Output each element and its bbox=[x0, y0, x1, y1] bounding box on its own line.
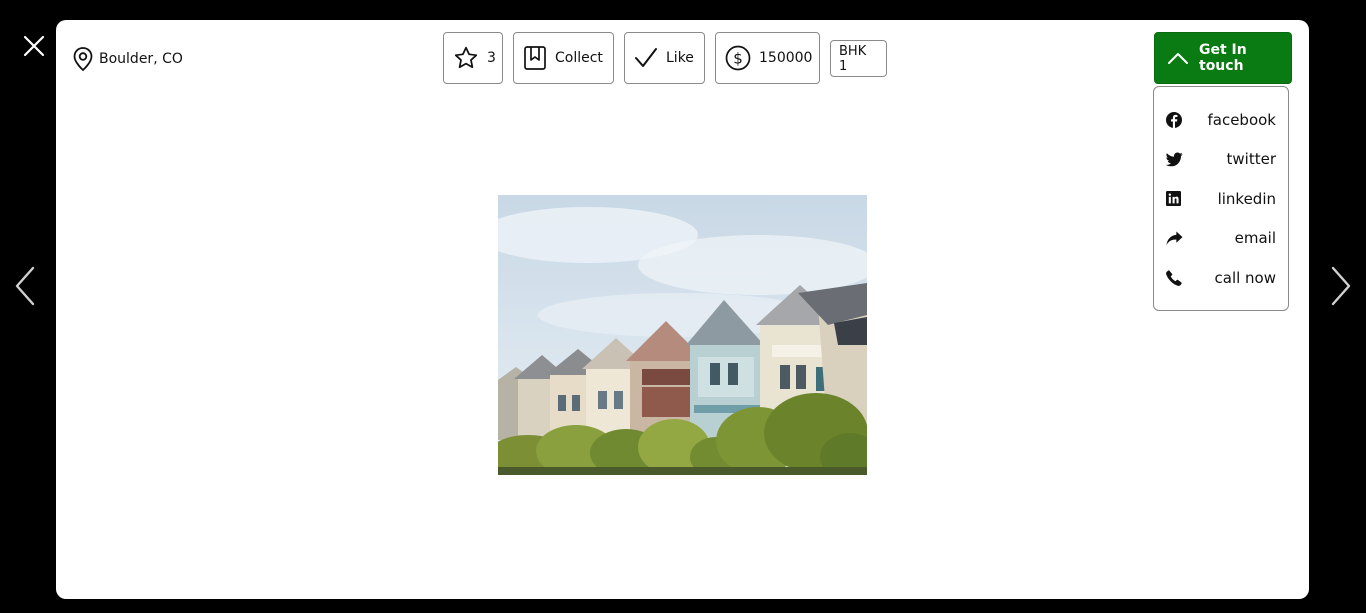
share-twitter-label: twitter bbox=[1226, 150, 1276, 169]
checkmark-icon bbox=[635, 48, 657, 67]
get-in-touch-label: Get In touch bbox=[1199, 42, 1247, 74]
share-twitter[interactable]: twitter bbox=[1154, 140, 1288, 180]
listing-modal: Boulder, CO 3 Collect Like $ 150000 BHK … bbox=[56, 20, 1309, 599]
chevron-left-icon bbox=[15, 266, 35, 306]
phone-icon bbox=[1166, 270, 1182, 286]
close-button[interactable] bbox=[22, 34, 46, 58]
map-pin-icon bbox=[73, 47, 93, 72]
bookmark-icon bbox=[524, 46, 546, 70]
bhk-badge[interactable]: BHK 1 bbox=[830, 40, 887, 77]
call-now-label: call now bbox=[1214, 268, 1277, 287]
linkedin-icon bbox=[1166, 191, 1181, 207]
chevron-right-icon bbox=[1331, 266, 1351, 306]
facebook-icon bbox=[1166, 111, 1182, 128]
like-label: Like bbox=[666, 50, 694, 66]
svg-text:$: $ bbox=[733, 50, 743, 68]
contact-menu: facebook twitter linkedin email call now bbox=[1153, 86, 1289, 311]
bhk-label: BHK 1 bbox=[839, 43, 867, 74]
collect-label: Collect bbox=[555, 50, 603, 66]
twitter-icon bbox=[1166, 152, 1183, 167]
location-text: Boulder, CO bbox=[99, 51, 183, 67]
next-button[interactable] bbox=[1328, 264, 1354, 308]
share-linkedin-label: linkedin bbox=[1217, 189, 1276, 208]
dollar-circle-icon: $ bbox=[725, 45, 751, 71]
price-value: 150000 bbox=[759, 50, 813, 66]
collect-button[interactable]: Collect bbox=[513, 32, 614, 84]
share-email[interactable]: email bbox=[1154, 219, 1288, 259]
house-photo-image bbox=[498, 195, 867, 475]
close-icon bbox=[23, 35, 45, 57]
share-linkedin[interactable]: linkedin bbox=[1154, 179, 1288, 219]
share-facebook[interactable]: facebook bbox=[1154, 100, 1288, 140]
location: Boulder, CO bbox=[71, 46, 183, 72]
previous-button[interactable] bbox=[12, 264, 38, 308]
share-facebook-label: facebook bbox=[1207, 110, 1276, 129]
rating-button[interactable]: 3 bbox=[443, 32, 503, 84]
call-now[interactable]: call now bbox=[1154, 258, 1288, 298]
share-email-label: email bbox=[1234, 229, 1276, 248]
rating-value: 3 bbox=[487, 50, 496, 66]
like-button[interactable]: Like bbox=[624, 32, 705, 84]
house-photo bbox=[498, 195, 867, 475]
get-in-touch-button[interactable]: Get In touch bbox=[1154, 32, 1292, 84]
share-arrow-icon bbox=[1166, 231, 1183, 245]
chevron-up-icon bbox=[1168, 53, 1188, 64]
star-icon bbox=[454, 46, 478, 69]
price-button[interactable]: $ 150000 bbox=[715, 32, 820, 84]
